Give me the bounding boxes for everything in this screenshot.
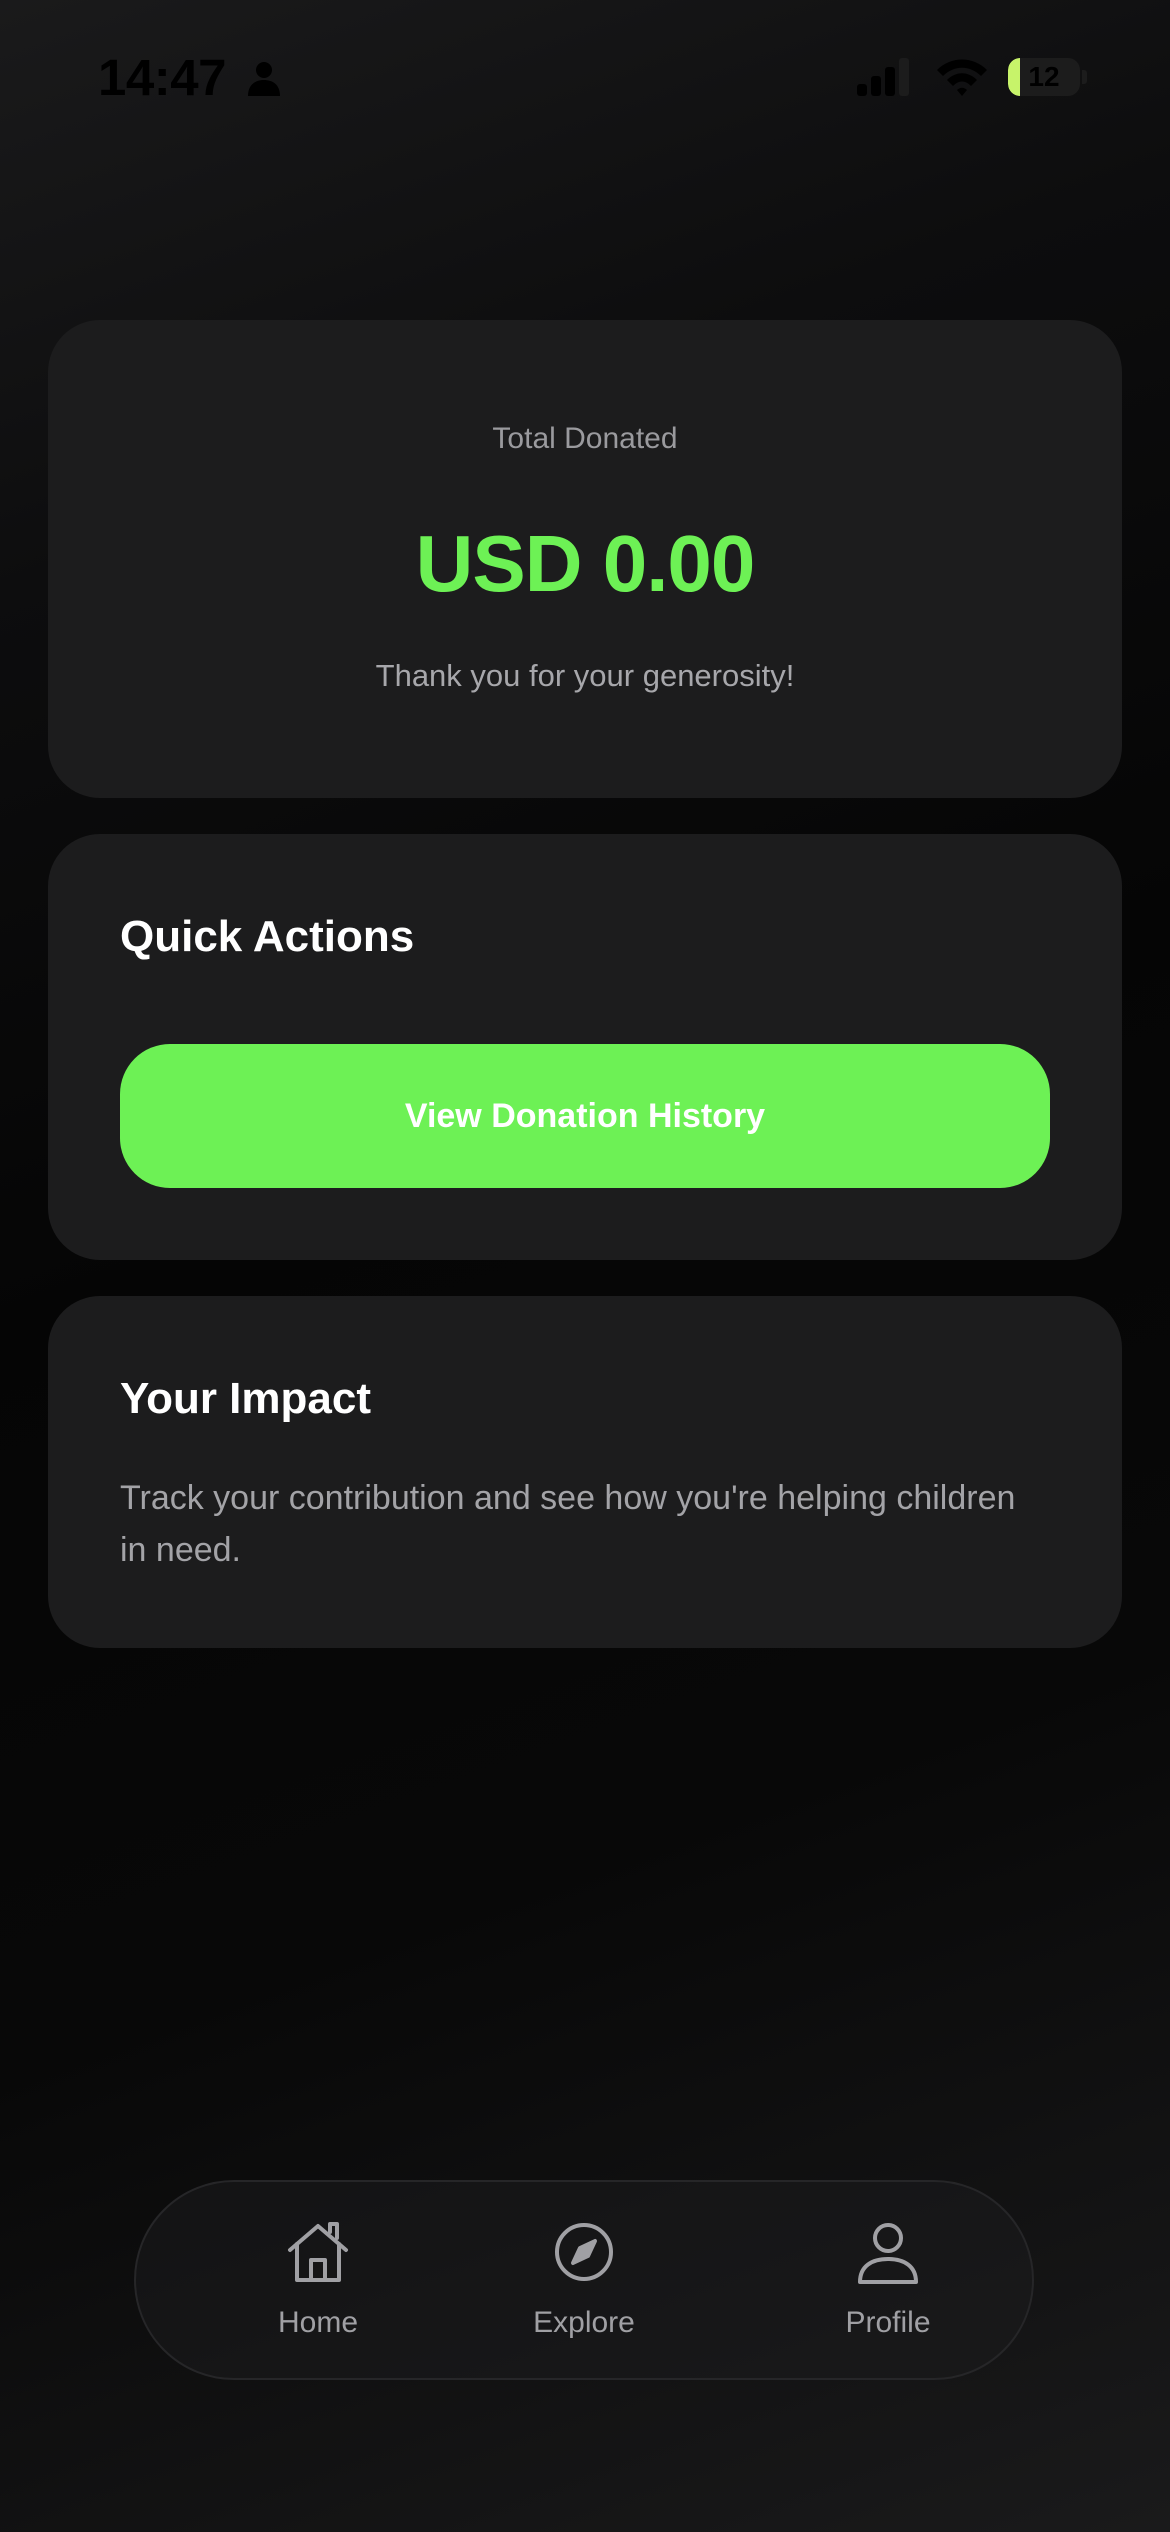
total-donated-label: Total Donated bbox=[492, 422, 678, 455]
nav-label-profile: Profile bbox=[845, 2306, 931, 2339]
battery-icon: 12 bbox=[1008, 58, 1088, 96]
nav-label-home: Home bbox=[277, 2306, 359, 2339]
quick-actions-card: Quick Actions View Donation History bbox=[48, 834, 1122, 1260]
quick-actions-title: Quick Actions bbox=[120, 912, 415, 961]
status-time: 14:47 bbox=[98, 49, 226, 106]
nav-item-profile[interactable]: Profile bbox=[788, 2182, 988, 2378]
person-icon bbox=[248, 62, 280, 96]
compass-icon bbox=[555, 2223, 613, 2281]
signal-icon bbox=[857, 58, 909, 96]
thank-you-message: Thank you for your generosity! bbox=[375, 658, 795, 693]
battery-shell: 12 bbox=[1008, 58, 1080, 96]
user-icon bbox=[858, 2223, 918, 2284]
bottom-nav: Home Explore Profile bbox=[134, 2180, 1034, 2380]
wifi-icon bbox=[937, 59, 987, 96]
battery-level: 12 bbox=[1028, 61, 1060, 92]
status-bar: 14:47 12 bbox=[0, 0, 1170, 150]
total-donated-amount: USD 0.00 bbox=[415, 519, 756, 608]
view-donation-history-button[interactable]: View Donation History bbox=[120, 1044, 1050, 1188]
nav-item-explore[interactable]: Explore bbox=[484, 2182, 684, 2378]
home-icon bbox=[288, 2222, 348, 2282]
battery-tip bbox=[1082, 70, 1087, 84]
your-impact-title: Your Impact bbox=[120, 1374, 372, 1423]
nav-label-explore: Explore bbox=[533, 2306, 635, 2339]
nav-item-home[interactable]: Home bbox=[218, 2182, 418, 2378]
your-impact-card: Your Impact Track your contribution and … bbox=[48, 1296, 1122, 1648]
your-impact-description: Track your contribution and see how you'… bbox=[120, 1479, 1016, 1569]
total-donated-card: Total Donated USD 0.00 Thank you for you… bbox=[48, 320, 1122, 798]
